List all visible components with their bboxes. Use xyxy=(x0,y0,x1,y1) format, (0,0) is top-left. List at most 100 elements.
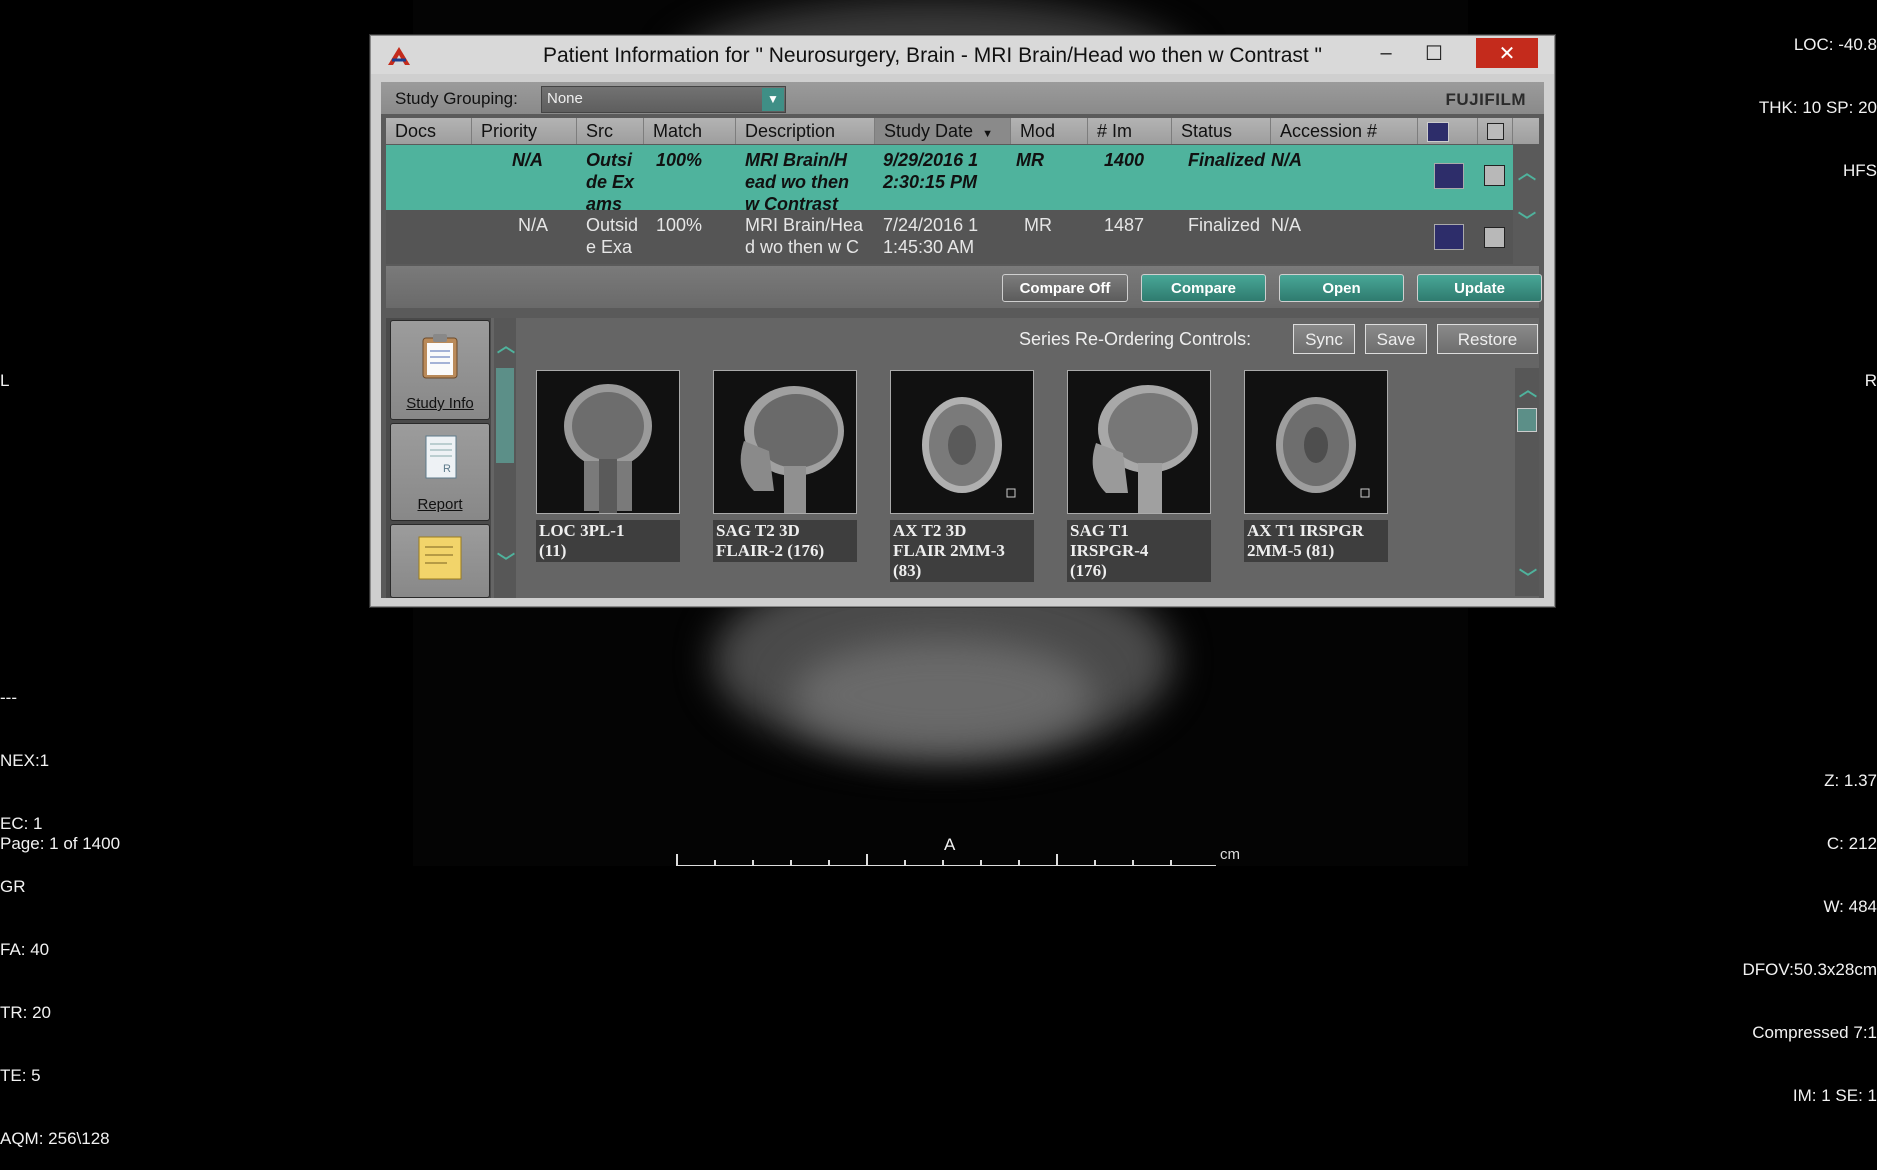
cell-mod: MR xyxy=(1016,150,1044,170)
ruler-tick xyxy=(1094,860,1096,866)
series-preview-image xyxy=(713,370,857,514)
overlay-line: AQM: 256\128 xyxy=(0,1129,110,1148)
col-study-date-label: Study Date xyxy=(884,121,974,141)
cell-status: Finalized xyxy=(1188,215,1261,235)
cell-accession: N/A xyxy=(1271,150,1302,170)
cell-mod: MR xyxy=(1024,215,1052,235)
app-logo-icon xyxy=(388,47,410,65)
page-indicator: Page: 1 of 1400 xyxy=(0,834,121,853)
sagittal-brain-image xyxy=(740,386,844,513)
overlay-bottom-right: Z: 1.37 C: 212 W: 484 DFOV:50.3x28cm Com… xyxy=(1743,728,1877,1127)
title-bar[interactable]: Patient Information for " Neurosurgery, … xyxy=(371,36,1554,74)
overlay-line: GR xyxy=(0,877,26,896)
chevron-down-icon[interactable]: ﹀ xyxy=(1519,564,1537,590)
col-series-icon[interactable] xyxy=(1418,118,1478,144)
chevron-down-icon[interactable]: ▼ xyxy=(762,88,784,111)
ruler-tick xyxy=(1018,860,1020,866)
overlay-line: NEX:1 xyxy=(0,751,50,770)
col-study-date[interactable]: Study Date ▼ xyxy=(875,118,1011,144)
series-scrollbar[interactable]: ︿ ﹀ xyxy=(1515,368,1539,596)
col-mod[interactable]: Mod xyxy=(1011,118,1088,144)
ruler-tick xyxy=(714,860,716,866)
series-preview-image xyxy=(1244,370,1388,514)
open-button[interactable]: Open xyxy=(1279,274,1404,302)
sync-button[interactable]: Sync xyxy=(1293,324,1355,354)
table-row[interactable]: N/A Outsid e Exa 100% MRI Brain/Hea d wo… xyxy=(386,210,1513,264)
overlay-line: HFS xyxy=(1843,161,1877,180)
study-grouping-select[interactable]: None ▼ xyxy=(541,86,786,113)
col-status[interactable]: Status xyxy=(1172,118,1271,144)
compare-off-button[interactable]: Compare Off xyxy=(1002,274,1128,302)
ruler-tick xyxy=(904,860,906,866)
overlay-line: W: 484 xyxy=(1823,897,1877,916)
col-select-all[interactable] xyxy=(1478,118,1513,144)
study-actions-bar: Compare Off Compare Open Update xyxy=(386,266,1542,308)
study-info-button[interactable]: Study Info xyxy=(390,320,490,420)
report-document-icon: R xyxy=(425,435,457,479)
sticky-note-icon xyxy=(418,536,462,580)
select-all-checkbox[interactable] xyxy=(1487,123,1504,140)
chevron-down-icon[interactable]: ﹀ xyxy=(497,548,515,574)
cell-match: 100% xyxy=(656,215,703,235)
cell-match: 100% xyxy=(656,150,703,170)
series-label: SAG T2 3D FLAIR-2 (176) xyxy=(713,520,857,562)
ruler-tick xyxy=(1170,860,1172,866)
series-thumbnails: LOC 3PL-1 (11) SAG T2 3D FLAIR-2 (176) A… xyxy=(536,370,1416,598)
overlay-line: TE: 5 xyxy=(0,1066,41,1085)
series-panel: Study Info R Report ︿ ﹀ Series Re-Orderi… xyxy=(386,318,1539,598)
col-images[interactable]: # Im xyxy=(1088,118,1172,144)
overlay-line: Compressed 7:1 xyxy=(1752,1023,1877,1042)
series-preview-image xyxy=(536,370,680,514)
sort-desc-icon: ▼ xyxy=(982,128,993,140)
overlay-line: --- xyxy=(0,688,17,707)
overlay-line: TR: 20 xyxy=(0,1003,52,1022)
chevron-down-icon[interactable]: ﹀ xyxy=(1518,207,1536,233)
sagittal-brain-image xyxy=(1092,385,1198,513)
chevron-up-icon[interactable]: ︿ xyxy=(1518,159,1536,185)
update-button[interactable]: Update xyxy=(1417,274,1542,302)
series-view-icon[interactable] xyxy=(1434,224,1464,250)
notes-button[interactable] xyxy=(390,524,490,598)
save-button[interactable]: Save xyxy=(1365,324,1427,354)
overlay-line: DFOV:50.3x28cm xyxy=(1742,960,1877,979)
fujifilm-logo: FUJIFILM xyxy=(1445,90,1526,109)
maximize-button[interactable]: ☐ xyxy=(1412,38,1456,68)
close-button[interactable]: ✕ xyxy=(1476,38,1538,68)
sidebar-scrollbar[interactable]: ︿ ﹀ xyxy=(494,318,516,598)
col-priority[interactable]: Priority xyxy=(472,118,577,144)
col-match[interactable]: Match xyxy=(644,118,736,144)
row-checkbox[interactable] xyxy=(1484,227,1505,248)
overlay-line: LOC: -40.8 xyxy=(1793,35,1877,54)
minimize-button[interactable]: – xyxy=(1364,38,1408,68)
study-list: N/A Outsi de Ex ams 100% MRI Brain/H ead… xyxy=(386,145,1539,264)
series-view-icon[interactable] xyxy=(1434,163,1464,189)
col-docs[interactable]: Docs xyxy=(386,118,472,144)
ruler-tick xyxy=(1056,854,1058,866)
chevron-up-icon[interactable]: ︿ xyxy=(1519,376,1537,402)
series-scroll-thumb[interactable] xyxy=(1517,408,1537,432)
study-list-scrollbar[interactable]: ︿ ﹀ xyxy=(1513,145,1539,264)
col-src[interactable]: Src xyxy=(577,118,644,144)
series-label: LOC 3PL-1 (11) xyxy=(536,520,680,562)
restore-button[interactable]: Restore xyxy=(1437,324,1538,354)
cell-src: Outsi de Ex ams xyxy=(586,150,635,214)
chevron-up-icon[interactable]: ︿ xyxy=(497,332,515,358)
patient-info-window: Patient Information for " Neurosurgery, … xyxy=(370,35,1555,607)
cell-description: MRI Brain/Hea d wo then w C xyxy=(745,215,864,257)
overlay-top-right: LOC: -40.8 THK: 10 SP: 20 HFS xyxy=(1759,0,1877,202)
report-button[interactable]: R Report xyxy=(390,423,490,521)
sidebar-scroll-thumb[interactable] xyxy=(496,368,514,463)
overlay-bottom-left: --- NEX:1 EC: 1 GR FA: 40 TR: 20 TE: 5 A… xyxy=(0,645,110,1170)
series-preview-image xyxy=(1067,370,1211,514)
ruler-tick xyxy=(866,854,868,866)
cell-priority: N/A xyxy=(512,150,543,170)
coronal-brain-image xyxy=(564,384,652,513)
mri-image-blob xyxy=(793,640,1093,750)
compare-button[interactable]: Compare xyxy=(1141,274,1266,302)
table-row[interactable]: N/A Outsi de Ex ams 100% MRI Brain/H ead… xyxy=(386,145,1513,214)
cell-date: 9/29/2016 1 2:30:15 PM xyxy=(883,150,979,192)
col-description[interactable]: Description xyxy=(736,118,875,144)
row-checkbox[interactable] xyxy=(1484,165,1505,186)
axial-brain-image xyxy=(922,397,1016,498)
col-accession[interactable]: Accession # xyxy=(1271,118,1418,144)
